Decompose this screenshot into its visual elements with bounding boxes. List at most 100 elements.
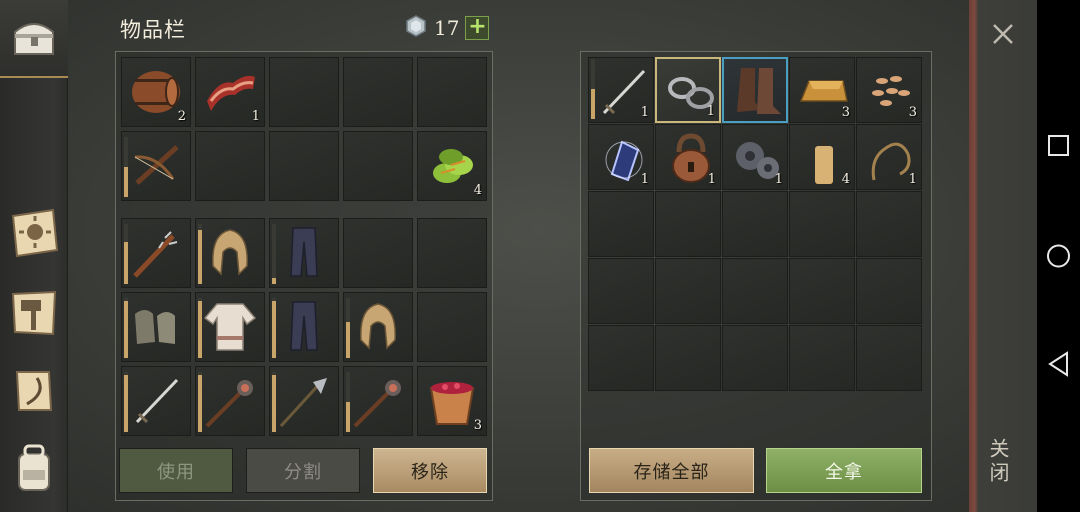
durability-bar <box>198 298 202 358</box>
item-quantity: 4 <box>473 183 482 198</box>
item-quantity: 4 <box>841 172 850 187</box>
durability-bar <box>591 59 595 119</box>
item-slot[interactable]: 1 <box>655 124 721 190</box>
item-quantity: 2 <box>177 109 186 124</box>
sun-map-icon[interactable] <box>7 206 61 260</box>
item-slot[interactable] <box>722 57 788 123</box>
gem-icon <box>404 14 428 42</box>
item-slot[interactable] <box>343 57 413 127</box>
add-gems-button[interactable]: + <box>465 16 490 40</box>
hammer-map-icon[interactable] <box>7 286 61 340</box>
item-slot[interactable] <box>195 292 265 362</box>
durability-bar <box>346 298 350 358</box>
item-slot[interactable]: 4 <box>417 131 487 201</box>
item-slot[interactable] <box>269 366 339 436</box>
item-slot[interactable] <box>588 325 654 391</box>
item-slot[interactable] <box>655 325 721 391</box>
item-slot[interactable] <box>343 218 413 288</box>
durability-bar <box>198 224 202 284</box>
durability-bar <box>124 298 128 358</box>
item-slot[interactable] <box>195 131 265 201</box>
durability-bar <box>124 372 128 432</box>
durability-bar <box>346 372 350 432</box>
circle-icon[interactable] <box>1037 236 1080 276</box>
durability-bar <box>124 224 128 284</box>
item-slot[interactable] <box>417 292 487 362</box>
item-quantity: 1 <box>908 172 917 187</box>
item-slot[interactable]: 1 <box>722 124 788 190</box>
durability-bar <box>198 372 202 432</box>
use-button[interactable]: 使用 <box>119 448 233 493</box>
gem-counter: 17 + <box>404 14 490 42</box>
item-slot[interactable] <box>195 366 265 436</box>
item-quantity: 3 <box>841 105 850 120</box>
item-slot[interactable] <box>343 366 413 436</box>
item-quantity: 3 <box>908 105 917 120</box>
take-all-button[interactable]: 全拿 <box>766 448 922 493</box>
item-slot[interactable]: 1 <box>655 57 721 123</box>
close-icon[interactable] <box>989 20 1017 48</box>
item-slot[interactable]: 2 <box>121 57 191 127</box>
item-slot[interactable] <box>856 191 922 257</box>
item-slot[interactable] <box>417 218 487 288</box>
item-slot[interactable] <box>121 366 191 436</box>
durability-bar <box>272 224 276 284</box>
item-slot[interactable]: 3 <box>856 57 922 123</box>
item-slot[interactable] <box>269 292 339 362</box>
remove-button[interactable]: 移除 <box>373 448 487 493</box>
item-slot[interactable] <box>195 218 265 288</box>
durability-bar <box>272 298 276 358</box>
item-slot[interactable] <box>269 218 339 288</box>
durability-bar <box>272 372 276 432</box>
left-sidebar <box>0 0 68 512</box>
item-slot[interactable] <box>121 131 191 201</box>
item-slot[interactable] <box>269 57 339 127</box>
square-icon[interactable] <box>1037 126 1080 166</box>
item-slot[interactable] <box>269 131 339 201</box>
item-slot[interactable]: 3 <box>417 366 487 436</box>
item-slot[interactable] <box>655 191 721 257</box>
scroll-icon[interactable] <box>7 364 61 418</box>
durability-bar <box>124 137 128 197</box>
item-slot[interactable] <box>789 325 855 391</box>
item-quantity: 3 <box>473 418 482 433</box>
item-quantity: 1 <box>707 172 716 187</box>
item-slot[interactable] <box>856 258 922 324</box>
item-slot[interactable]: 4 <box>789 124 855 190</box>
system-navbar <box>1037 0 1080 512</box>
item-slot[interactable] <box>722 325 788 391</box>
item-slot[interactable]: 1 <box>856 124 922 190</box>
item-slot[interactable]: 3 <box>789 57 855 123</box>
item-slot[interactable]: 1 <box>195 57 265 127</box>
back-triangle-icon[interactable] <box>1037 344 1080 384</box>
close-column: 关闭 <box>969 0 1037 512</box>
item-slot[interactable]: 1 <box>588 124 654 190</box>
gem-count: 17 <box>434 16 460 40</box>
item-quantity: 1 <box>640 172 649 187</box>
item-slot[interactable] <box>722 191 788 257</box>
item-slot[interactable] <box>722 258 788 324</box>
item-quantity: 1 <box>774 172 783 187</box>
item-slot[interactable] <box>856 325 922 391</box>
item-quantity: 1 <box>640 105 649 120</box>
item-slot[interactable] <box>655 258 721 324</box>
item-quantity: 1 <box>706 104 715 119</box>
item-slot[interactable] <box>121 292 191 362</box>
split-button[interactable]: 分割 <box>246 448 360 493</box>
tab-inventory[interactable] <box>0 0 68 78</box>
backpack-icon[interactable] <box>7 440 61 494</box>
store-all-button[interactable]: 存储全部 <box>589 448 754 493</box>
item-slot[interactable] <box>343 131 413 201</box>
item-quantity: 1 <box>251 109 260 124</box>
item-slot[interactable] <box>789 191 855 257</box>
item-slot[interactable]: 1 <box>588 57 654 123</box>
item-slot[interactable] <box>789 258 855 324</box>
chest-icon <box>7 10 61 64</box>
item-slot[interactable] <box>417 57 487 127</box>
item-slot[interactable] <box>121 218 191 288</box>
item-slot[interactable] <box>588 191 654 257</box>
item-slot[interactable] <box>343 292 413 362</box>
inventory-title: 物品栏 <box>120 18 186 42</box>
close-label[interactable]: 关闭 <box>986 438 1013 486</box>
item-slot[interactable] <box>588 258 654 324</box>
